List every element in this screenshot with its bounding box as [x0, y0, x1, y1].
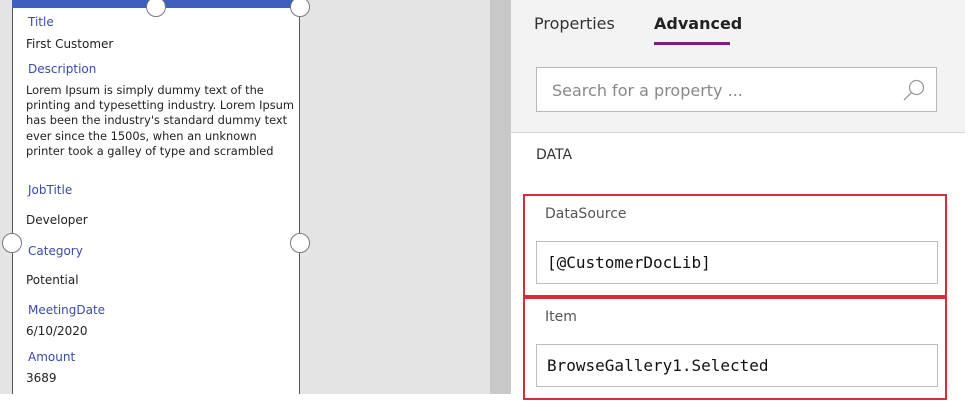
- datasource-formula-input[interactable]: [@CustomerDocLib]: [536, 241, 938, 284]
- field-label-meetingdate: MeetingDate: [28, 303, 106, 317]
- field-value-category[interactable]: Potential: [26, 273, 79, 287]
- field-value-meetingdate[interactable]: 6/10/2020: [26, 324, 88, 338]
- item-formula-input[interactable]: BrowseGallery1.Selected: [536, 344, 938, 387]
- tab-advanced[interactable]: Advanced: [654, 14, 742, 33]
- tab-bar-divider: [511, 132, 965, 133]
- field-label-description: Description: [28, 62, 97, 76]
- field-label-amount: Amount: [28, 350, 76, 364]
- properties-panel: Properties Advanced Search for a propert…: [511, 0, 976, 411]
- field-value-jobtitle[interactable]: Developer: [26, 213, 88, 227]
- section-title-data: DATA: [536, 147, 573, 163]
- property-label-item: Item: [545, 309, 577, 325]
- search-icon[interactable]: [902, 78, 926, 102]
- property-item: Item BrowseGallery1.Selected: [523, 297, 947, 400]
- resize-handle-top-right[interactable]: [290, 0, 310, 17]
- resize-handle-right[interactable]: [290, 233, 310, 253]
- search-placeholder: Search for a property ...: [552, 81, 743, 100]
- property-datasource: DataSource [@CustomerDocLib]: [523, 194, 947, 297]
- field-label-jobtitle: JobTitle: [28, 183, 73, 197]
- resize-handle-left[interactable]: [2, 233, 22, 253]
- property-search-input[interactable]: Search for a property ...: [536, 67, 937, 112]
- item-formula-value: BrowseGallery1.Selected: [547, 356, 769, 375]
- property-label-datasource: DataSource: [545, 206, 627, 222]
- tab-properties[interactable]: Properties: [534, 14, 615, 33]
- design-canvas: Title First Customer Description Lorem I…: [0, 0, 490, 394]
- field-value-description[interactable]: Lorem Ipsum is simply dummy text of the …: [26, 83, 294, 159]
- field-label-category: Category: [28, 244, 83, 258]
- field-value-title[interactable]: First Customer: [26, 37, 113, 51]
- active-tab-indicator: [654, 42, 730, 45]
- datasource-formula-value: [@CustomerDocLib]: [547, 253, 711, 272]
- field-value-amount[interactable]: 3689: [26, 371, 57, 385]
- field-label-title: Title: [28, 15, 54, 29]
- panel-splitter[interactable]: [490, 0, 511, 394]
